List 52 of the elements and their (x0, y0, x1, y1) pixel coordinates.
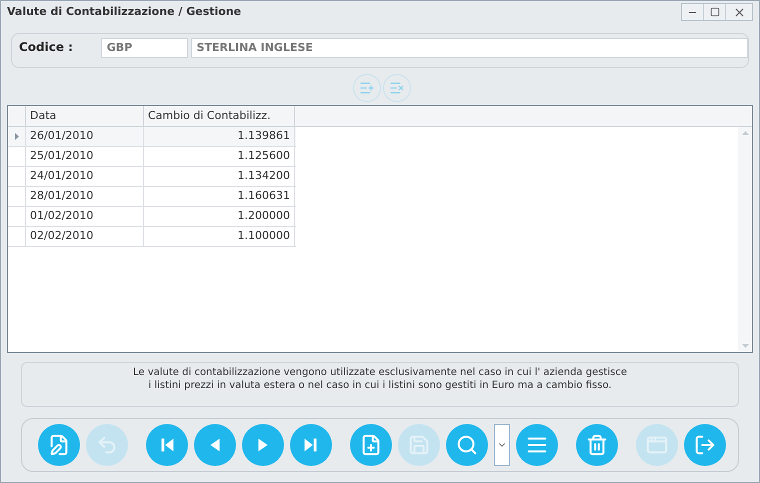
trash-icon (586, 434, 608, 456)
table-cell: 24/01/2010 (26, 167, 144, 186)
new-button[interactable] (350, 424, 392, 466)
list-button[interactable] (516, 424, 558, 466)
table-row[interactable]: 25/01/2010 1.125600 (8, 147, 296, 167)
note-text: Le valute di contabilizzazione vengono utilizzate esclusivamente nel caso in cui l' azienda gestisce (133, 366, 627, 379)
table-cell: 01/02/2010 (26, 207, 144, 226)
table-row[interactable]: 01/02/2010 1.200000 (8, 207, 296, 227)
undo-icon (96, 434, 118, 456)
table-cell: 1.200000 (144, 207, 295, 226)
delete-button[interactable] (576, 424, 618, 466)
column-header[interactable]: Data (26, 106, 144, 126)
previous-record-button[interactable] (194, 424, 236, 466)
maximize-icon (710, 7, 720, 17)
list-x-icon (389, 80, 405, 96)
table-row[interactable]: 02/02/2010 1.100000 (8, 227, 296, 247)
list-plus-icon (359, 80, 375, 96)
search-icon (456, 434, 478, 456)
codice-label: Codice : (19, 39, 74, 56)
scroll-up-icon (742, 131, 748, 135)
scroll-down-icon (742, 344, 748, 348)
note-text: i listini prezzi in valuta estera o nel caso in cui i listini sono gestiti in Euro ma a cambio fisso. (148, 379, 612, 392)
window-icon (646, 434, 668, 456)
table-cell: 28/01/2010 (26, 187, 144, 206)
column-header[interactable]: Cambio di Contabilizz. (144, 106, 295, 126)
table-cell: 1.139861 (144, 127, 295, 146)
description-field[interactable]: STERLINA INGLESE (190, 38, 748, 58)
table-row[interactable]: 24/01/2010 1.134200 (8, 167, 296, 187)
search-button[interactable] (446, 424, 488, 466)
next-record-button[interactable] (242, 424, 284, 466)
table-cell: 02/02/2010 (26, 227, 144, 246)
last-record-button[interactable] (290, 424, 332, 466)
scrollbar[interactable] (738, 127, 752, 352)
dropdown-button[interactable] (494, 424, 510, 466)
table-cell: 26/01/2010 (26, 127, 144, 146)
table-cell: 1.134200 (144, 167, 295, 186)
table-row[interactable]: 28/01/2010 1.160631 (8, 187, 296, 207)
exit-button[interactable] (684, 424, 726, 466)
table-row[interactable]: 26/01/2010 1.139861 (8, 127, 296, 147)
exit-icon (694, 434, 716, 456)
window-title: Valute di Contabilizzazione / Gestione (7, 4, 242, 20)
edit-button[interactable] (38, 424, 80, 466)
table-cell: 1.160631 (144, 187, 295, 206)
first-record-button[interactable] (146, 424, 188, 466)
file-plus-icon (360, 434, 382, 456)
table-cell: 25/01/2010 (26, 147, 144, 166)
close-icon (732, 6, 746, 18)
table-cell: 1.125600 (144, 147, 295, 166)
code-field[interactable]: GBP (100, 38, 188, 58)
table-cell: 1.100000 (144, 227, 295, 246)
file-pen-icon (48, 434, 70, 456)
row-pointer-icon (14, 133, 18, 140)
